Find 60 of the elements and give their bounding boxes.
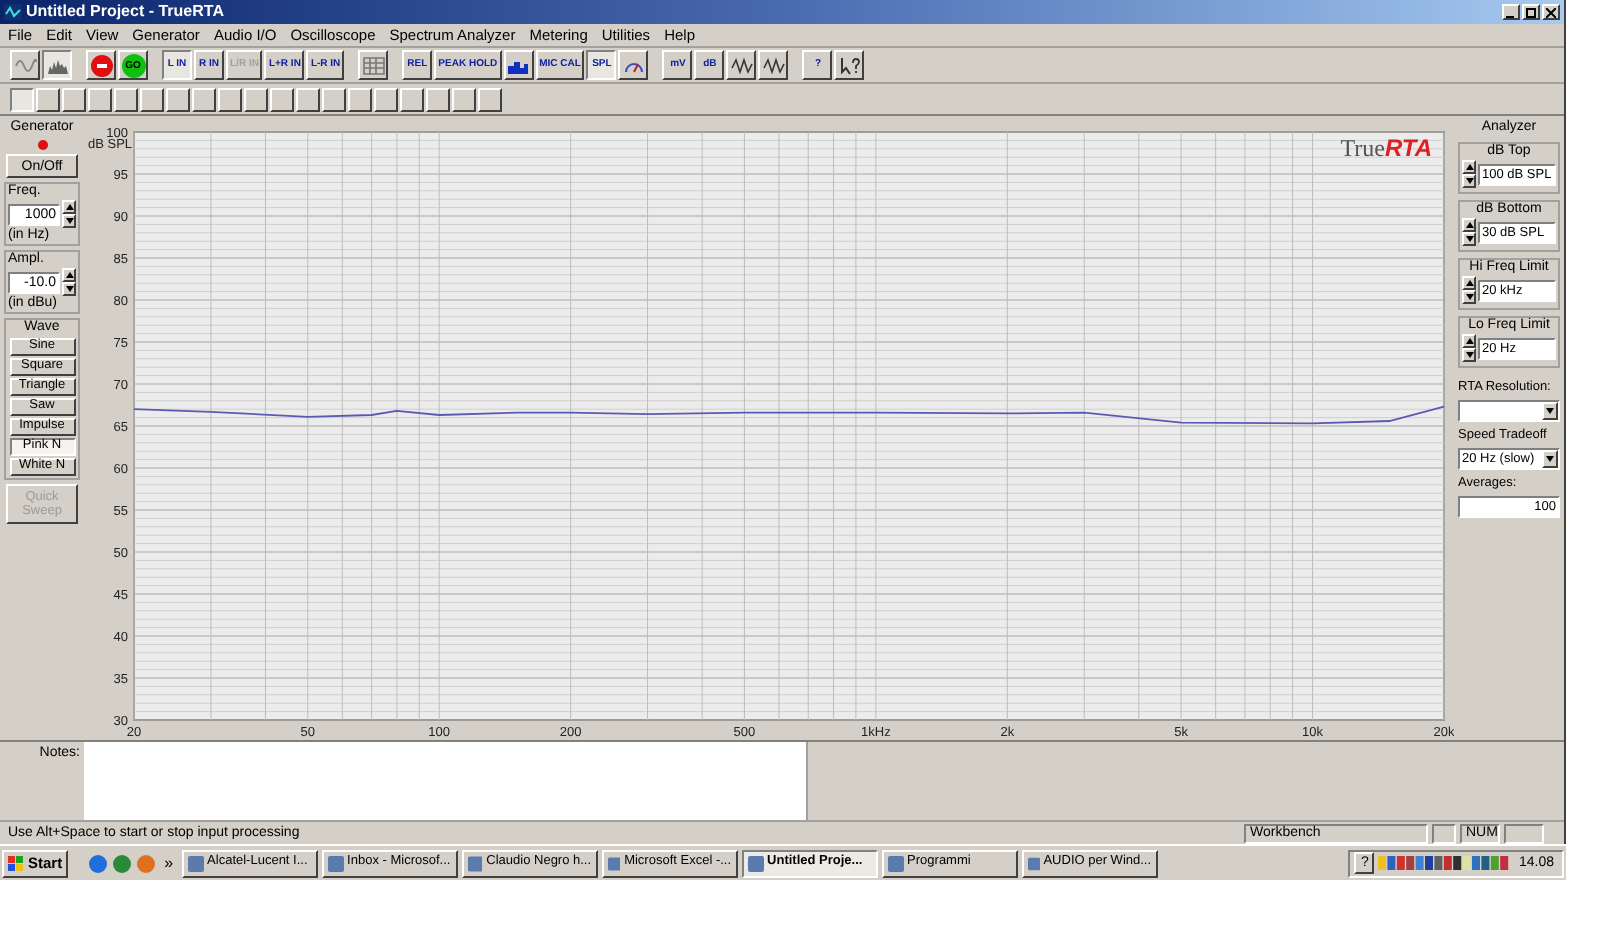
spin-up-button[interactable] bbox=[62, 200, 76, 214]
stop-icon bbox=[89, 53, 113, 77]
led-icon bbox=[37, 140, 47, 150]
spin-up-button[interactable] bbox=[1462, 276, 1476, 290]
dropdown[interactable] bbox=[1458, 400, 1560, 422]
status-panel bbox=[1504, 823, 1544, 843]
up-arrow-icon bbox=[65, 204, 73, 210]
window-icon bbox=[327, 855, 344, 871]
quick-launch-icon[interactable] bbox=[112, 853, 133, 873]
minimize-button[interactable] bbox=[1502, 4, 1520, 20]
spin-down-button[interactable] bbox=[1462, 348, 1476, 362]
spin-down-button[interactable] bbox=[1462, 232, 1476, 246]
spin-down-button[interactable] bbox=[1462, 290, 1476, 304]
up-arrow-icon bbox=[1465, 164, 1473, 170]
toolbar-button[interactable] bbox=[42, 50, 72, 80]
status-panel bbox=[1432, 823, 1456, 843]
up-arrow-icon bbox=[65, 272, 73, 278]
windows-flag-icon bbox=[8, 855, 24, 871]
maximize-icon bbox=[1526, 7, 1536, 17]
window-title: Untitled Project - TrueRTA bbox=[26, 4, 224, 20]
spin-up-button[interactable] bbox=[1462, 218, 1476, 232]
close-button[interactable] bbox=[1542, 4, 1560, 20]
down-arrow-icon bbox=[1465, 294, 1473, 300]
spin-up-button[interactable] bbox=[1462, 334, 1476, 348]
quick-launch-icon[interactable] bbox=[88, 853, 109, 873]
down-arrow-icon bbox=[1465, 352, 1473, 358]
app-icon bbox=[4, 4, 22, 20]
more-button[interactable]: » bbox=[160, 855, 178, 871]
help-pointer-icon bbox=[837, 55, 862, 75]
dropdown-button[interactable] bbox=[1542, 402, 1558, 420]
spin-down-button[interactable] bbox=[1462, 174, 1476, 188]
waveform-icon bbox=[761, 55, 786, 75]
grid-icon bbox=[361, 55, 386, 75]
dropdown-button[interactable] bbox=[1542, 450, 1558, 468]
down-arrow-icon bbox=[65, 286, 73, 292]
maximize-button[interactable] bbox=[1522, 4, 1540, 20]
window-icon bbox=[747, 855, 764, 871]
down-arrow-icon bbox=[1546, 408, 1554, 414]
window-icon bbox=[467, 855, 483, 871]
notes-field[interactable] bbox=[84, 742, 808, 820]
down-arrow-icon bbox=[1465, 178, 1473, 184]
sine-wave-icon bbox=[13, 55, 37, 75]
spin-up-button[interactable] bbox=[1462, 160, 1476, 174]
window-icon bbox=[187, 855, 204, 871]
tray-icons-drawing bbox=[1378, 854, 1511, 872]
up-arrow-icon bbox=[1465, 280, 1473, 286]
waveform-icon bbox=[729, 55, 754, 75]
window-icon bbox=[887, 855, 904, 871]
spin-down-button[interactable] bbox=[62, 214, 76, 228]
window-icon bbox=[607, 855, 621, 871]
down-arrow-icon bbox=[1546, 456, 1554, 462]
spin-up-button[interactable] bbox=[62, 268, 76, 282]
down-arrow-icon bbox=[65, 218, 73, 224]
brand-logo: TrueRTA bbox=[1340, 134, 1432, 162]
down-arrow-icon bbox=[1465, 236, 1473, 242]
up-arrow-icon bbox=[1465, 338, 1473, 344]
up-arrow-icon bbox=[1465, 222, 1473, 228]
window-icon bbox=[1027, 855, 1040, 871]
spin-down-button[interactable] bbox=[62, 282, 76, 296]
close-icon bbox=[1546, 7, 1556, 17]
